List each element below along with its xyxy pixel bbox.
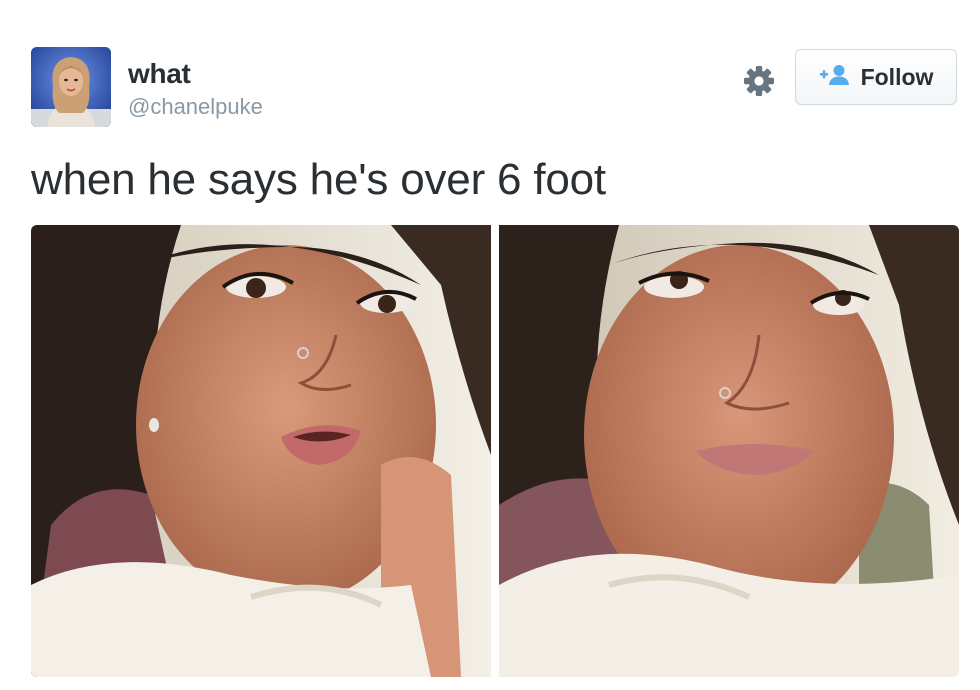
avatar-image xyxy=(31,47,111,127)
photo-right[interactable] xyxy=(499,225,959,677)
tweet-media xyxy=(31,225,959,677)
add-user-icon xyxy=(819,64,851,91)
author-handle[interactable]: @chanelpuke xyxy=(128,93,263,121)
avatar[interactable] xyxy=(31,47,111,127)
tweet-text: when he says he's over 6 foot xyxy=(31,155,606,204)
tweet-header: what @chanelpuke Follow xyxy=(31,47,961,129)
gear-icon[interactable] xyxy=(742,64,776,98)
author-block: what @chanelpuke xyxy=(128,57,263,121)
follow-button[interactable]: Follow xyxy=(795,49,957,105)
follow-button-label: Follow xyxy=(860,63,934,90)
photo-left[interactable] xyxy=(31,225,491,677)
author-display-name[interactable]: what xyxy=(128,57,263,91)
